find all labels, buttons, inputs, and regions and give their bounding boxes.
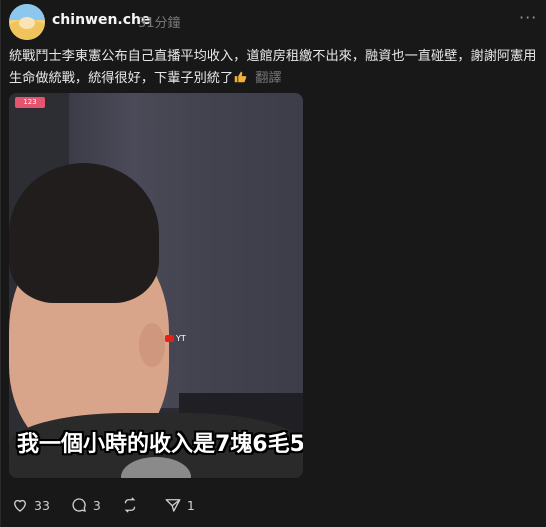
avatar[interactable] [9,4,45,40]
more-options-icon[interactable]: ··· [519,8,537,27]
send-icon [165,499,181,512]
play-icon [165,335,174,342]
live-badge: 123 [15,97,45,108]
share-button[interactable]: 1 [164,496,195,514]
comment-count: 3 [92,497,101,513]
person-hair [9,163,159,303]
action-bar: 33 3 1 [11,495,215,515]
like-count: 33 [34,497,50,513]
username[interactable]: chinwen.che [52,12,151,28]
post-time: 31分鐘 [138,16,181,31]
like-button[interactable]: 33 [11,496,50,514]
share-count: 1 [186,497,195,513]
avatar-face [19,17,35,29]
comment-button[interactable]: 3 [70,496,101,514]
person-ear [139,323,165,367]
thumbs-up-icon [234,71,247,83]
comment-icon [72,498,86,512]
translate-link[interactable]: 翻譯 [255,71,281,86]
heart-icon [14,499,26,512]
post-caption: 統戰鬥士李東憲公布自己直播平均收入，道館房租繳不出來，融資也一直碰壁，謝謝阿憲用… [9,46,539,90]
repost-icon [124,497,136,513]
video-player[interactable]: 123 YT 我一個小時的收入是7塊6毛5 [9,93,303,478]
repost-button[interactable] [121,496,144,514]
video-watermark: YT [165,334,186,343]
video-subtitle: 我一個小時的收入是7塊6毛5 [17,432,303,457]
watermark-text: YT [176,334,186,343]
post-card: chinwen.che 31分鐘 ··· 統戰鬥士李東憲公布自己直播平均收入，道… [0,0,546,527]
